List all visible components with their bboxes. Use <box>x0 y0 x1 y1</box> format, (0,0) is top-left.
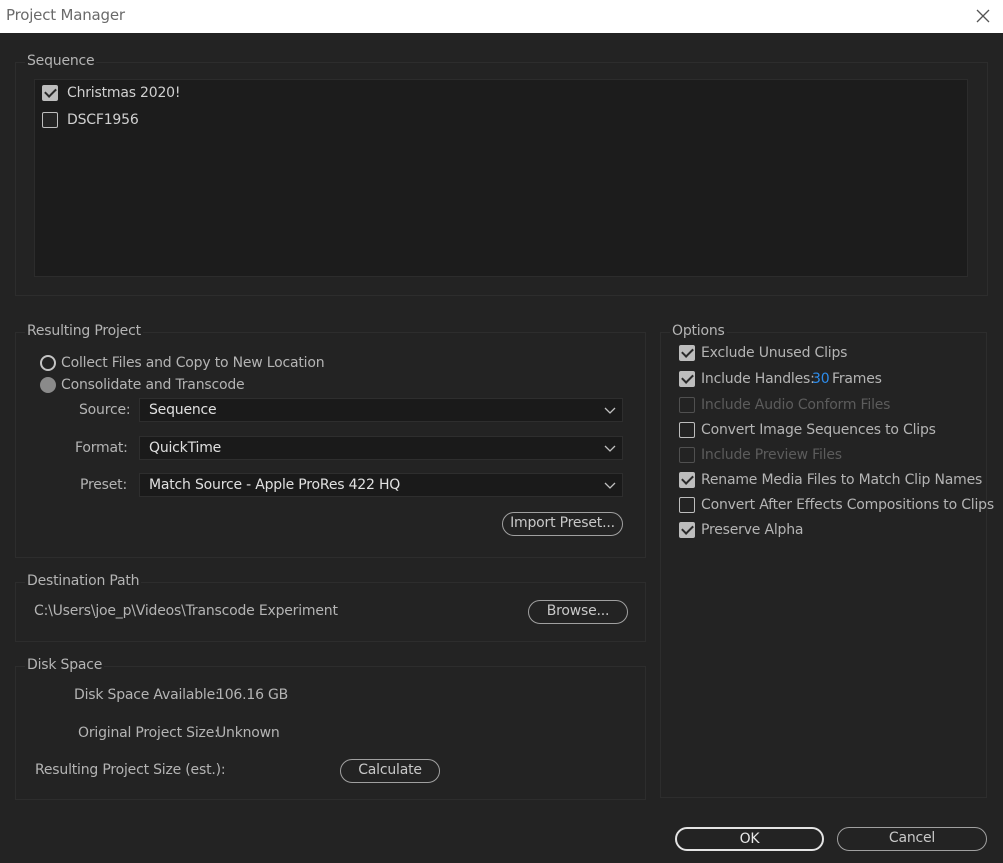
disk-available-label: Disk Space Available: <box>74 687 220 703</box>
destination-path: C:\Users\joe_p\Videos\Transcode Experime… <box>34 603 338 619</box>
source-label: Source: <box>79 402 131 418</box>
cancel-button[interactable]: Cancel <box>837 827 987 851</box>
chevron-down-icon <box>604 404 616 416</box>
disk-available-value: 106.16 GB <box>216 687 289 703</box>
sequence-checkbox-christmas[interactable] <box>42 85 58 101</box>
include-audio-conform-label: Include Audio Conform Files <box>701 397 891 413</box>
preset-label: Preset: <box>80 477 127 493</box>
exclude-unused-checkbox[interactable] <box>679 345 695 361</box>
consolidate-radio[interactable] <box>40 377 56 393</box>
close-icon[interactable] <box>969 2 997 30</box>
consolidate-label: Consolidate and Transcode <box>61 377 245 393</box>
source-value: Sequence <box>149 402 217 418</box>
calculate-button[interactable]: Calculate <box>340 759 440 783</box>
chevron-down-icon <box>604 442 616 454</box>
include-handles-checkbox[interactable] <box>679 371 695 387</box>
handles-value-input[interactable]: 30 <box>812 371 830 387</box>
rename-media-checkbox[interactable] <box>679 472 695 488</box>
format-value: QuickTime <box>149 440 222 456</box>
include-preview-label: Include Preview Files <box>701 447 842 463</box>
handles-unit-label: Frames <box>832 371 882 387</box>
original-size-value: Unknown <box>216 725 280 741</box>
include-handles-label: Include Handles: <box>701 371 815 387</box>
collect-files-radio[interactable] <box>40 355 56 371</box>
sequence-item-label: DSCF1956 <box>67 112 139 128</box>
browse-button[interactable]: Browse... <box>528 600 628 624</box>
sequence-item-label: Christmas 2020! <box>67 85 181 101</box>
exclude-unused-label: Exclude Unused Clips <box>701 345 848 361</box>
format-select[interactable]: QuickTime <box>139 436 623 460</box>
preserve-alpha-checkbox[interactable] <box>679 522 695 538</box>
convert-image-sequences-label: Convert Image Sequences to Clips <box>701 422 936 438</box>
destination-title: Destination Path <box>25 573 142 589</box>
include-audio-conform-checkbox[interactable] <box>679 397 695 413</box>
convert-ae-checkbox[interactable] <box>679 497 695 513</box>
disk-space-title: Disk Space <box>25 657 105 673</box>
preset-value: Match Source - Apple ProRes 422 HQ <box>149 477 401 493</box>
title-bar: Project Manager <box>0 0 1003 33</box>
preset-select[interactable]: Match Source - Apple ProRes 422 HQ <box>139 473 623 497</box>
collect-files-label: Collect Files and Copy to New Location <box>61 355 325 371</box>
convert-image-sequences-checkbox[interactable] <box>679 422 695 438</box>
options-title: Options <box>670 323 727 339</box>
rename-media-label: Rename Media Files to Match Clip Names <box>701 472 983 488</box>
resulting-project-title: Resulting Project <box>25 323 143 339</box>
import-preset-button[interactable]: Import Preset... <box>502 512 623 536</box>
resulting-size-label: Resulting Project Size (est.): <box>35 762 226 778</box>
source-select[interactable]: Sequence <box>139 398 623 422</box>
sequence-list[interactable] <box>34 79 968 277</box>
convert-ae-label: Convert After Effects Compositions to Cl… <box>701 497 994 513</box>
sequence-checkbox-dscf1956[interactable] <box>42 112 58 128</box>
preserve-alpha-label: Preserve Alpha <box>701 522 804 538</box>
sequence-title: Sequence <box>25 53 97 69</box>
chevron-down-icon <box>604 479 616 491</box>
window-title: Project Manager <box>6 6 125 24</box>
include-preview-checkbox[interactable] <box>679 447 695 463</box>
format-label: Format: <box>75 440 128 456</box>
ok-button[interactable]: OK <box>675 827 824 851</box>
original-size-label: Original Project Size: <box>78 725 219 741</box>
